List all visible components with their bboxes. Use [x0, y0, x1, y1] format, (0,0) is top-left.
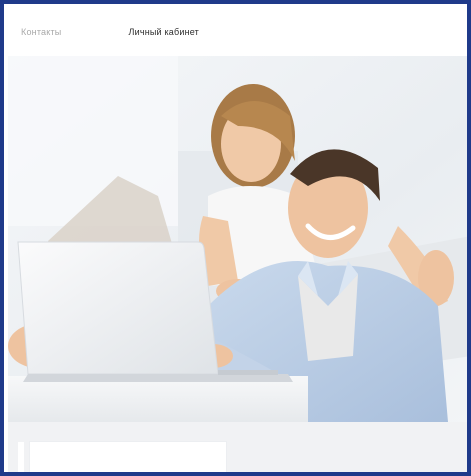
content-stub: [18, 442, 24, 472]
hero-banner: [8, 56, 467, 422]
top-navigation: Контакты Личный кабинет: [8, 8, 463, 56]
content-area: [8, 422, 467, 472]
nav-link-account[interactable]: Личный кабинет: [128, 27, 199, 37]
nav-link-contacts[interactable]: Контакты: [21, 27, 61, 37]
hero-photo-icon: [8, 56, 467, 422]
content-card: [30, 442, 226, 472]
page-frame: Контакты Личный кабинет: [0, 0, 471, 476]
